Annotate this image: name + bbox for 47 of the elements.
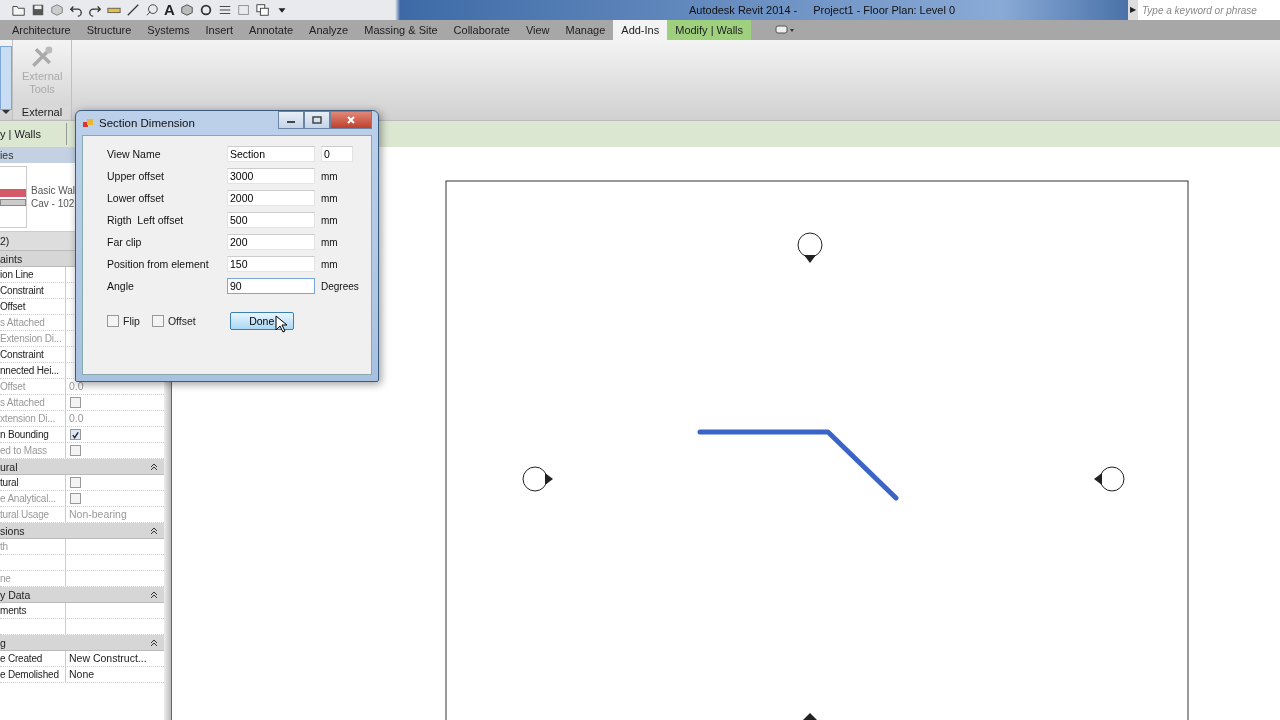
unit-label: Degrees — [321, 280, 360, 292]
field-label: Upper offset — [107, 170, 165, 182]
property-value: New Construct... — [69, 651, 147, 666]
property-name: ed to Mass — [0, 445, 47, 456]
property-name: Offset — [0, 381, 26, 392]
property-name: xtension Di... — [0, 413, 55, 424]
property-value: Non-bearing — [69, 507, 127, 522]
document-title: Project1 - Floor Plan: Level 0 — [813, 4, 956, 16]
type-detail: Cav - 102 — [31, 198, 76, 209]
unit-label: mm — [321, 214, 339, 226]
context-label: y | Walls — [0, 123, 67, 145]
type-name: Basic Wal — [31, 185, 76, 196]
unit-label: mm — [321, 170, 339, 182]
property-name: Constraint — [0, 349, 44, 360]
property-name: e Demolished — [0, 669, 59, 680]
field-label: View Name — [107, 148, 162, 160]
property-name: ments — [0, 605, 27, 616]
property-name: tural — [0, 477, 19, 488]
panel-label: External — [13, 105, 71, 119]
property-name: e Analytical... — [0, 493, 56, 504]
property-name: Constraint — [0, 285, 44, 296]
property-name: ne — [0, 573, 11, 584]
checkbox-label: Offset — [167, 315, 196, 327]
property-value: 0.0 — [69, 379, 84, 394]
property-name: tural Usage — [0, 509, 49, 520]
field-label: Lower offset — [107, 192, 165, 204]
field-label: Rigth Left offset — [107, 214, 185, 226]
field-label: Position from element — [107, 258, 210, 270]
property-name: e Created — [0, 653, 43, 664]
property-name: n Bounding — [0, 429, 49, 440]
unit-label: mm — [321, 236, 339, 248]
property-name: s Attached — [0, 317, 45, 328]
checkbox-label: Flip — [123, 315, 140, 327]
unit-label: mm — [321, 258, 339, 270]
property-name: ion Line — [0, 269, 34, 280]
property-name: Offset — [0, 301, 26, 312]
property-value: 0.0 — [69, 411, 84, 426]
unit-label: mm — [321, 192, 339, 204]
property-name: th — [0, 541, 8, 552]
field-label: Angle — [107, 280, 135, 292]
property-name: Extension Di... — [0, 333, 62, 344]
field-label: Far clip — [107, 236, 143, 248]
property-name: nnected Hei... — [0, 365, 59, 376]
property-name: s Attached — [0, 397, 45, 408]
dialog-title: Section Dimension — [99, 117, 196, 129]
property-value: None — [69, 667, 95, 682]
window-title: Autodesk Revit 2014 - — [689, 4, 798, 16]
